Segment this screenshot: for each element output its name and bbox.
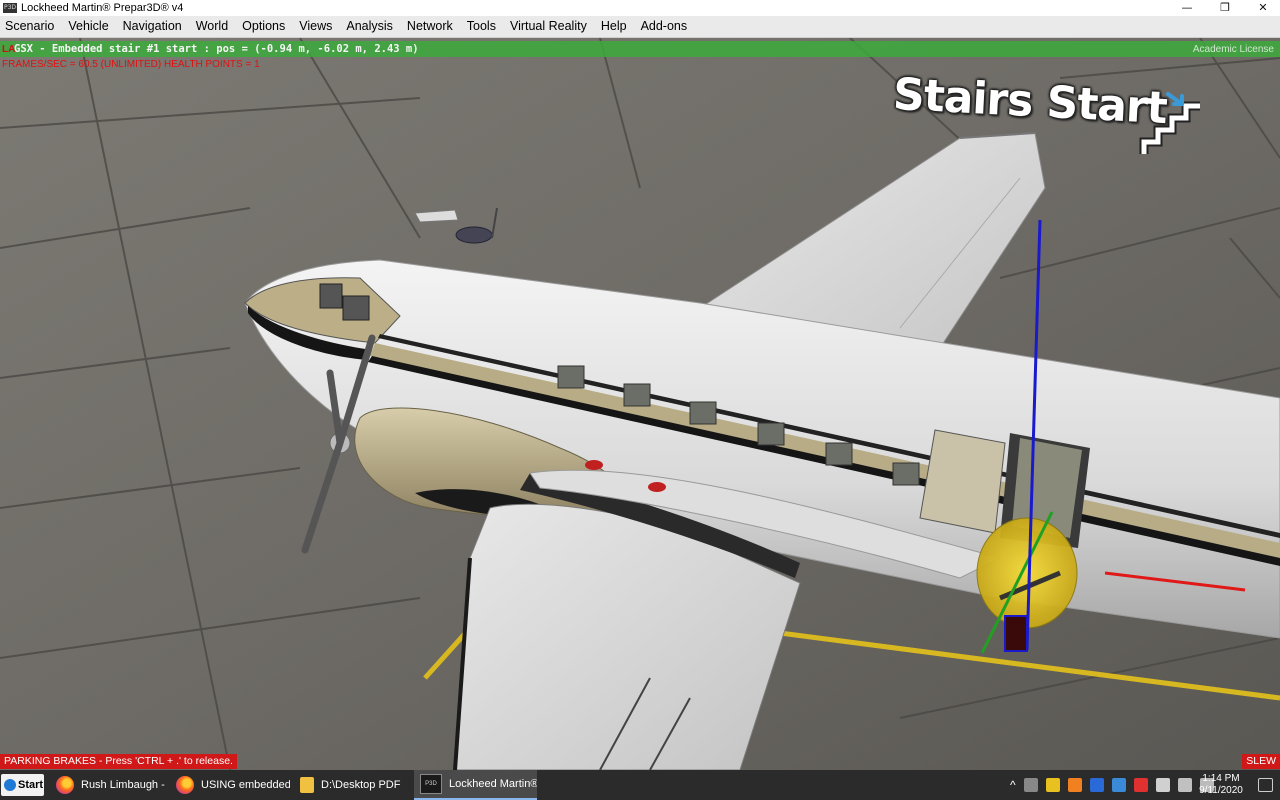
windows-orb-icon xyxy=(4,779,16,791)
parking-brakes-warning: PARKING BRAKES - Press 'CTRL + .' to rel… xyxy=(0,754,237,769)
slew-indicator: SLEW xyxy=(1242,754,1280,769)
p3d-app-icon: P3D xyxy=(3,3,17,13)
taskbar-item-label: Lockheed Martin® ... xyxy=(449,778,537,790)
license-label: Academic License xyxy=(1192,44,1274,55)
menu-scenario[interactable]: Scenario xyxy=(0,16,61,37)
volume-icon[interactable] xyxy=(1177,778,1192,792)
system-tray: ^ xyxy=(1010,770,1218,800)
clock-time: 1:14 PM xyxy=(1202,773,1240,784)
network-icon[interactable] xyxy=(1155,778,1170,792)
taskbar-item-label: USING embedded s... xyxy=(201,779,290,791)
firefox-icon xyxy=(176,776,194,794)
simulator-viewport[interactable] xyxy=(0,38,1280,770)
stairs-icon xyxy=(1139,92,1200,154)
taskbar-clock[interactable]: 1:14 PM 9/11/2020 xyxy=(1195,773,1247,797)
notification-icon[interactable] xyxy=(1258,778,1273,792)
tray-chevron-icon[interactable]: ^ xyxy=(1010,778,1016,792)
p3d-icon: P3D xyxy=(420,774,442,794)
menu-help[interactable]: Help xyxy=(594,16,634,37)
fps-readout: FRAMES/SEC = 60.5 (UNLIMITED) HEALTH POI… xyxy=(2,59,260,70)
tray-app-icon[interactable] xyxy=(1133,778,1148,792)
aircraft-scene xyxy=(0,38,1280,770)
taskbar-item-label: Rush Limbaugh - 1... xyxy=(81,779,168,791)
firefox-icon xyxy=(56,776,74,794)
taskbar-item-prepar3d[interactable]: P3D Lockheed Martin® ... xyxy=(414,770,537,800)
menu-virtual-reality[interactable]: Virtual Reality xyxy=(503,16,594,37)
minimize-button[interactable]: — xyxy=(1170,0,1204,16)
cockpit-window xyxy=(319,283,343,309)
tray-app-icon[interactable] xyxy=(1067,778,1082,792)
menu-network[interactable]: Network xyxy=(400,16,460,37)
menu-world[interactable]: World xyxy=(189,16,235,37)
start-label: Start xyxy=(18,779,44,791)
taskbar-item-rush-limbaugh[interactable]: Rush Limbaugh - 1... xyxy=(50,770,168,800)
tray-app-icon[interactable] xyxy=(1089,778,1104,792)
start-button[interactable]: Start xyxy=(1,774,44,796)
maximize-button[interactable]: ❐ xyxy=(1208,0,1242,16)
taskbar-item-using-embedded[interactable]: USING embedded s... xyxy=(170,770,290,800)
menu-tools[interactable]: Tools xyxy=(460,16,503,37)
folder-icon xyxy=(300,777,314,793)
menu-bar: Scenario Vehicle Navigation World Option… xyxy=(0,16,1280,38)
window-title: Lockheed Martin® Prepar3D® v4 xyxy=(21,2,184,14)
menu-navigation[interactable]: Navigation xyxy=(116,16,189,37)
taskbar-item-label: D:\Desktop PDF xyxy=(321,779,401,791)
tray-app-icon[interactable] xyxy=(1023,778,1038,792)
close-button[interactable]: ✕ xyxy=(1246,0,1280,16)
window-titlebar: P3D Lockheed Martin® Prepar3D® v4 — ❐ ✕ xyxy=(0,0,1280,16)
cabin-door xyxy=(919,429,1006,534)
menu-options[interactable]: Options xyxy=(235,16,292,37)
gsx-message: GSX - Embedded stair #1 start : pos = (-… xyxy=(14,43,419,55)
menu-views[interactable]: Views xyxy=(292,16,339,37)
taskbar-item-desktop-pdf[interactable]: D:\Desktop PDF xyxy=(294,770,410,800)
clock-date: 9/11/2020 xyxy=(1199,785,1243,796)
tray-app-icon[interactable] xyxy=(1111,778,1126,792)
menu-analysis[interactable]: Analysis xyxy=(339,16,400,37)
menu-vehicle[interactable]: Vehicle xyxy=(61,16,115,37)
tray-app-icon[interactable] xyxy=(1045,778,1060,792)
menu-add-ons[interactable]: Add-ons xyxy=(634,16,695,37)
taskbar: Start Rush Limbaugh - 1... USING embedde… xyxy=(0,770,1280,800)
